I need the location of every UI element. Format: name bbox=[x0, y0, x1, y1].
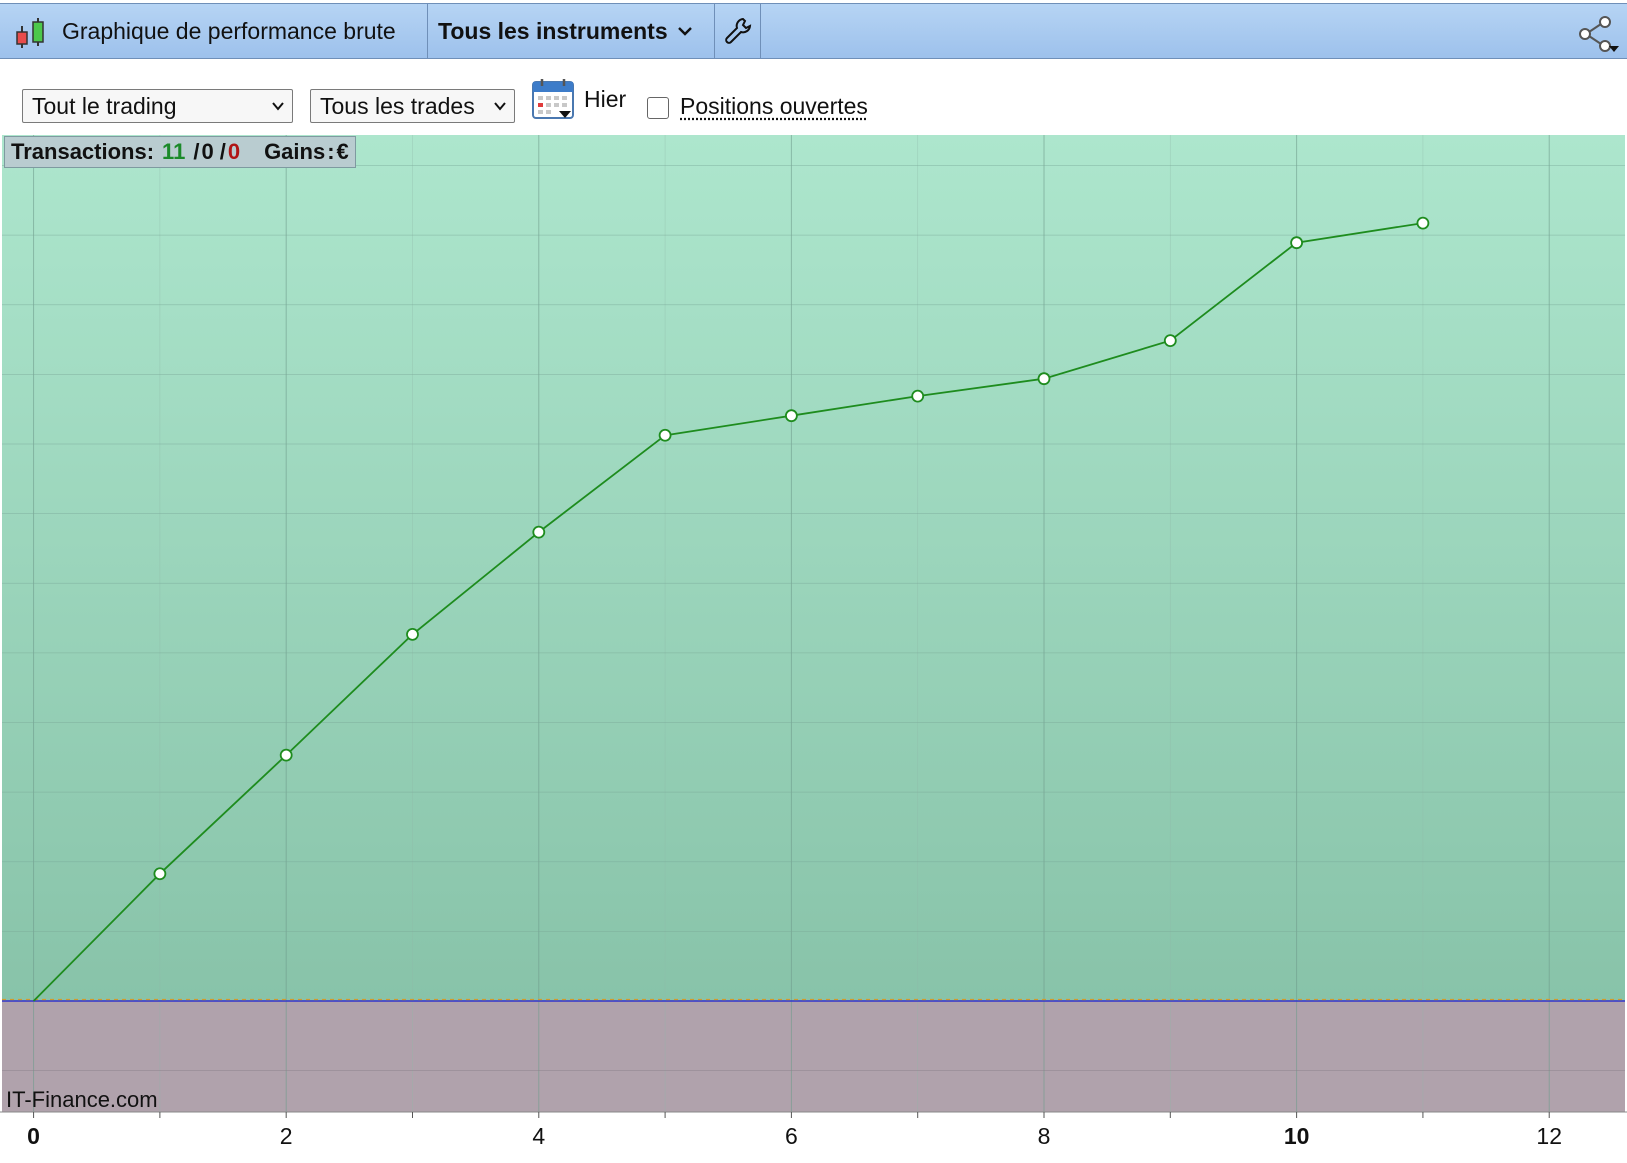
profit-zone bbox=[2, 135, 1625, 1002]
gains-label: Gains bbox=[264, 139, 326, 164]
x-tick-label: 12 bbox=[1536, 1123, 1562, 1149]
chevron-down-icon bbox=[272, 102, 284, 111]
winning-count: 11 bbox=[162, 139, 186, 164]
data-point bbox=[406, 627, 419, 641]
open-positions-label[interactable]: Positions ouvertes bbox=[680, 93, 868, 120]
trades-select[interactable]: Tous les trades bbox=[310, 89, 515, 123]
gains-value: € bbox=[336, 139, 349, 164]
chevron-down-icon bbox=[677, 27, 692, 36]
x-tick-label: 0 bbox=[27, 1123, 40, 1149]
loss-zone bbox=[2, 1001, 1625, 1112]
data-point bbox=[532, 525, 546, 539]
period-label[interactable]: Hier bbox=[584, 86, 626, 113]
data-point bbox=[279, 748, 293, 762]
data-point bbox=[1290, 236, 1304, 250]
chart-title-tab: Graphique de performance brute bbox=[0, 4, 428, 58]
count-separator: / bbox=[193, 139, 200, 164]
page-title: Graphique de performance brute bbox=[62, 17, 396, 44]
instruments-dropdown[interactable]: Tous les instruments bbox=[428, 4, 715, 58]
x-tick-label: 10 bbox=[1284, 1123, 1310, 1149]
instruments-label: Tous les instruments bbox=[438, 17, 668, 44]
x-axis-band bbox=[0, 1112, 1627, 1163]
losing-count: 0 bbox=[227, 139, 241, 164]
watermark: IT-Finance.com bbox=[6, 1087, 158, 1112]
count-separator: / bbox=[219, 139, 226, 164]
trading-select-value: Tout le trading bbox=[32, 92, 177, 119]
settings-button[interactable] bbox=[715, 4, 761, 58]
data-point bbox=[658, 428, 672, 442]
calendar-icon[interactable] bbox=[531, 77, 575, 121]
x-tick-label: 4 bbox=[532, 1123, 545, 1149]
x-tick-label: 6 bbox=[785, 1123, 798, 1149]
data-point bbox=[1163, 334, 1177, 348]
transactions-label: Transactions: bbox=[11, 139, 155, 164]
data-point bbox=[1037, 372, 1051, 386]
data-point bbox=[784, 409, 798, 423]
wrench-icon bbox=[724, 17, 751, 44]
x-tick-label: 8 bbox=[1038, 1123, 1051, 1149]
chevron-down-icon bbox=[494, 102, 506, 111]
filter-toolbar: Tout le trading Tous les trades Hier Pos… bbox=[0, 59, 1627, 135]
share-icon[interactable] bbox=[1577, 14, 1619, 54]
gains-separator: : bbox=[327, 139, 335, 164]
x-tick-label: 2 bbox=[280, 1123, 293, 1149]
trades-select-value: Tous les trades bbox=[320, 92, 475, 119]
neutral-count: 0 bbox=[201, 139, 214, 164]
data-point bbox=[153, 867, 167, 881]
performance-chart: 0 2 4 6 8 10 12 bbox=[0, 135, 1627, 1163]
data-point bbox=[1416, 216, 1430, 230]
title-bar: Graphique de performance brute Tous les … bbox=[0, 3, 1627, 59]
open-positions-checkbox[interactable] bbox=[647, 97, 669, 119]
trading-select[interactable]: Tout le trading bbox=[22, 89, 293, 123]
data-point bbox=[911, 389, 925, 403]
stats-badge: Transactions: 11 / 0 / 0 Gains: € bbox=[4, 136, 356, 168]
